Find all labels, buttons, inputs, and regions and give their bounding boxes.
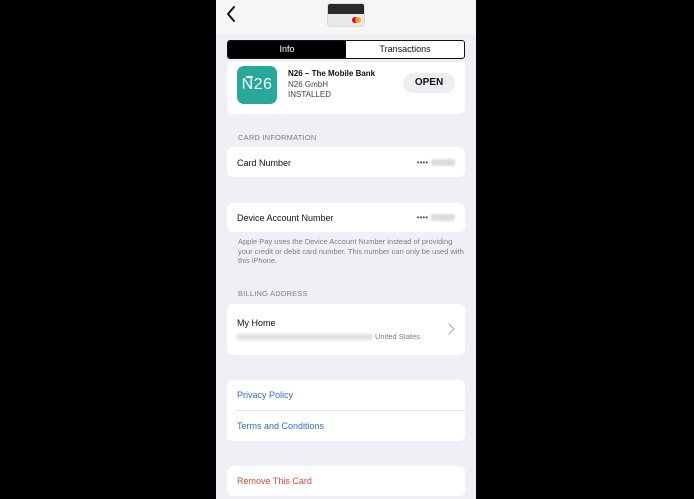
card-number-value: •••• xyxy=(417,158,455,167)
open-app-button[interactable]: OPEN xyxy=(403,73,455,93)
tab-info[interactable]: Info xyxy=(228,41,346,58)
n26-logo-text: N26 xyxy=(241,76,273,93)
device-account-redacted xyxy=(431,214,455,221)
remove-card-row[interactable]: Remove This Card xyxy=(227,466,465,496)
card-number-row[interactable]: Card Number •••• xyxy=(227,147,465,177)
navigation-bar xyxy=(216,0,476,34)
legal-links-group: Privacy Policy Terms and Conditions xyxy=(227,380,465,441)
billing-address-redacted xyxy=(237,334,373,340)
device-account-label: Device Account Number xyxy=(237,213,334,223)
back-button[interactable] xyxy=(220,3,242,27)
divider xyxy=(237,410,465,411)
device-account-note: Apple Pay uses the Device Account Number… xyxy=(238,237,464,265)
app-row: N26 N26 – The Mobile Bank N26 GmbH INSTA… xyxy=(227,62,465,114)
chevron-left-icon xyxy=(227,6,235,22)
privacy-policy-link[interactable]: Privacy Policy xyxy=(237,390,293,400)
app-developer: N26 GmbH xyxy=(288,80,329,89)
card-information-header: CARD INFORMATION xyxy=(238,133,317,142)
n26-app-icon: N26 xyxy=(237,66,277,104)
phone-screen: Info Transactions N26 N26 – The Mobile B… xyxy=(216,0,476,499)
billing-address-row[interactable]: My Home United States xyxy=(227,304,465,355)
terms-and-conditions-link[interactable]: Terms and Conditions xyxy=(237,421,324,431)
device-account-value: •••• xyxy=(417,213,455,222)
app-name: N26 – The Mobile Bank xyxy=(288,69,376,78)
billing-address-name: My Home xyxy=(237,318,276,328)
device-account-mask: •••• xyxy=(416,213,428,222)
segmented-control: Info Transactions xyxy=(227,40,465,59)
app-status: INSTALLED xyxy=(288,90,331,99)
card-number-mask: •••• xyxy=(416,158,428,167)
billing-address-country: United States xyxy=(375,332,421,341)
remove-card-button[interactable]: Remove This Card xyxy=(237,476,312,486)
device-account-row[interactable]: Device Account Number •••• xyxy=(227,203,465,232)
tab-transactions[interactable]: Transactions xyxy=(346,41,464,58)
card-number-redacted xyxy=(431,159,455,166)
chevron-right-icon xyxy=(448,323,455,335)
mastercard-logo-icon xyxy=(352,17,361,23)
billing-address-header: BILLING ADDRESS xyxy=(238,289,308,298)
card-number-label: Card Number xyxy=(237,158,292,168)
card-thumbnail-icon xyxy=(328,4,364,26)
